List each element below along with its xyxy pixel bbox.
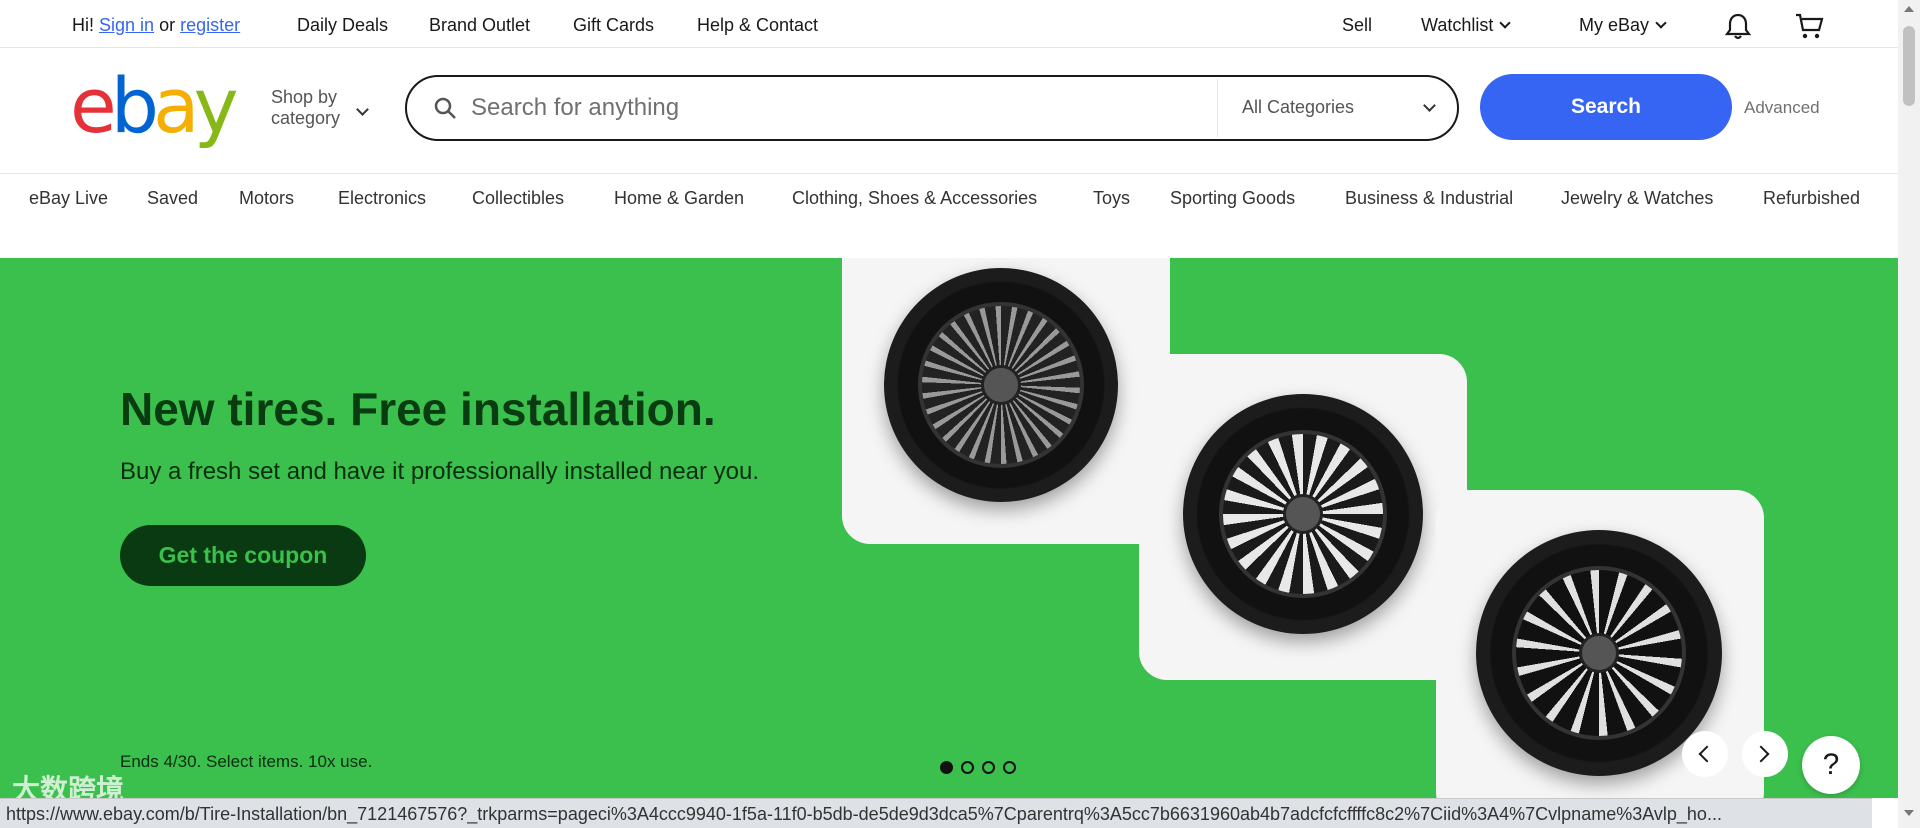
- logo-letter-b: b: [110, 61, 159, 150]
- category-link-electronics[interactable]: Electronics: [338, 188, 426, 209]
- search-input[interactable]: [471, 89, 1201, 127]
- my-ebay-menu[interactable]: My eBay: [1579, 15, 1667, 36]
- carousel-dot-3[interactable]: [982, 761, 995, 774]
- browser-status-bar-url: https://www.ebay.com/b/Tire-Installation…: [0, 798, 1872, 828]
- hero-subtitle: Buy a fresh set and have it professional…: [120, 458, 760, 485]
- logo-letter-a: a: [153, 61, 200, 150]
- carousel-dot-1[interactable]: [940, 761, 953, 774]
- header: ebay Shop by category All Categories Sea…: [0, 48, 1898, 174]
- chevron-down-icon: [1655, 17, 1667, 29]
- wheel-hub: [981, 365, 1021, 405]
- chevron-down-icon: [1499, 17, 1512, 29]
- sell-link[interactable]: Sell: [1342, 15, 1372, 36]
- sign-in-link[interactable]: Sign in: [99, 15, 154, 35]
- category-link-business-industrial[interactable]: Business & Industrial: [1345, 188, 1513, 209]
- category-link-toys[interactable]: Toys: [1093, 188, 1130, 209]
- tire-image: [1476, 530, 1722, 776]
- greeting-text: Hi!: [72, 15, 94, 35]
- category-select[interactable]: All Categories: [1242, 97, 1354, 118]
- scroll-down-arrow-icon[interactable]: [1904, 810, 1914, 816]
- search-icon: [434, 97, 456, 119]
- category-link-ebay-live[interactable]: eBay Live: [29, 188, 108, 209]
- logo-letter-y: y: [193, 61, 239, 150]
- tire-image: [1183, 394, 1423, 634]
- top-utility-bar: Hi! Sign in or register Daily Deals Bran…: [0, 0, 1898, 48]
- tire-image: [884, 268, 1118, 502]
- category-link-home-garden[interactable]: Home & Garden: [614, 188, 744, 209]
- category-link-motors[interactable]: Motors: [239, 188, 294, 209]
- register-link[interactable]: register: [180, 15, 240, 35]
- logo-letter-e: e: [70, 61, 117, 150]
- chevron-right-icon: [1752, 745, 1770, 763]
- cart-icon[interactable]: [1794, 12, 1824, 40]
- category-link-saved[interactable]: Saved: [147, 188, 198, 209]
- hero-banner[interactable]: New tires. Free installation. Buy a fres…: [0, 258, 1898, 798]
- product-card-tire-1[interactable]: [842, 258, 1170, 544]
- chevron-left-icon: [1698, 745, 1716, 763]
- product-card-tire-2[interactable]: [1139, 354, 1467, 680]
- scrollbar-thumb[interactable]: [1903, 26, 1915, 106]
- my-ebay-label: My eBay: [1579, 15, 1650, 35]
- bell-icon[interactable]: [1725, 12, 1751, 40]
- or-text: or: [159, 15, 176, 35]
- gift-cards-link[interactable]: Gift Cards: [573, 15, 654, 36]
- carousel-prev-button[interactable]: [1682, 731, 1728, 777]
- wheel-hub: [1283, 494, 1323, 534]
- category-link-clothing[interactable]: Clothing, Shoes & Accessories: [792, 188, 1037, 209]
- hero-fineprint: Ends 4/30. Select items. 10x use.: [120, 752, 373, 771]
- category-link-sporting-goods[interactable]: Sporting Goods: [1170, 188, 1295, 209]
- advanced-search-link[interactable]: Advanced: [1744, 98, 1820, 118]
- get-coupon-button[interactable]: Get the coupon: [120, 525, 366, 586]
- watchlist-menu[interactable]: Watchlist: [1421, 15, 1512, 36]
- wheel-hub: [1579, 633, 1619, 673]
- ebay-logo[interactable]: ebay: [70, 61, 239, 150]
- shop-by-line2: category: [271, 108, 341, 128]
- help-button[interactable]: ?: [1802, 736, 1860, 794]
- carousel-dot-4[interactable]: [1003, 761, 1016, 774]
- help-contact-link[interactable]: Help & Contact: [697, 15, 818, 36]
- search-bar: All Categories: [405, 75, 1459, 141]
- chevron-down-icon: [356, 103, 369, 116]
- greeting: Hi! Sign in or register: [72, 15, 240, 36]
- category-link-collectibles[interactable]: Collectibles: [472, 188, 564, 209]
- shop-by-category-button[interactable]: Shop by category: [271, 87, 340, 129]
- daily-deals-link[interactable]: Daily Deals: [297, 15, 388, 36]
- shop-by-line1: Shop by: [271, 87, 338, 107]
- category-link-refurbished[interactable]: Refurbished: [1763, 188, 1860, 209]
- page-scrollbar[interactable]: [1898, 0, 1920, 828]
- category-link-jewelry-watches[interactable]: Jewelry & Watches: [1561, 188, 1713, 209]
- hero-title: New tires. Free installation.: [120, 383, 716, 435]
- brand-outlet-link[interactable]: Brand Outlet: [429, 15, 530, 36]
- watchlist-label: Watchlist: [1421, 15, 1494, 35]
- scroll-up-arrow-icon[interactable]: [1904, 6, 1914, 12]
- search-button[interactable]: Search: [1480, 74, 1732, 140]
- carousel-next-button[interactable]: [1742, 731, 1788, 777]
- chevron-down-icon: [1423, 99, 1436, 112]
- carousel-dot-2[interactable]: [961, 761, 974, 774]
- divider: [1217, 79, 1218, 137]
- category-nav: eBay Live Saved Motors Electronics Colle…: [0, 174, 1898, 258]
